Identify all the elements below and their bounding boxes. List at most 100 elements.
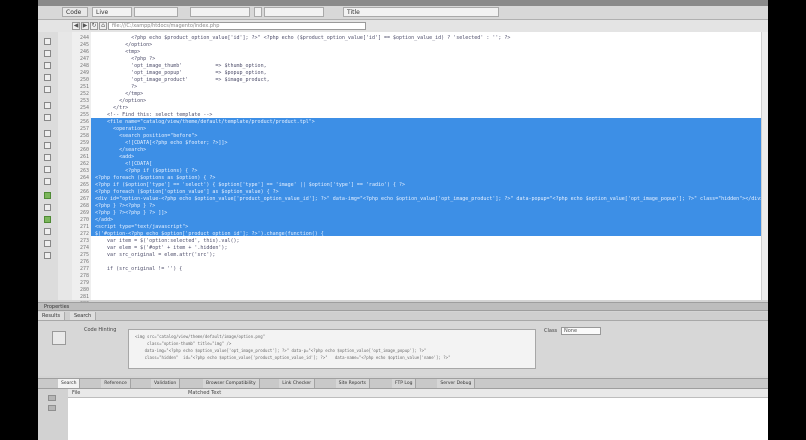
syntax-error-alerts-icon[interactable]	[44, 154, 51, 161]
line-number-column: 244 245 246 247 248 249 250 251 252 253 254 255 256 2…	[72, 32, 91, 307]
code-view-button[interactable]: Code	[62, 7, 88, 17]
tab-results[interactable]: Results	[38, 312, 66, 320]
code-line: </option>	[95, 98, 147, 104]
line-number: 267	[79, 196, 89, 202]
preview-line: class="option-thumb" title="img" />	[135, 341, 232, 346]
line-number: 274	[79, 245, 89, 251]
line-number: 271	[79, 224, 89, 230]
code-line: <?php foreach ($option['option_value'] a…	[95, 189, 279, 195]
code-line: </search>	[95, 147, 147, 153]
expand-all-icon[interactable]	[44, 86, 51, 93]
line-number: 254	[79, 105, 89, 111]
code-line: </add>	[95, 217, 114, 223]
outdent-code-icon[interactable]	[44, 240, 51, 247]
properties-tabs: Results Search	[38, 312, 768, 321]
results-tab[interactable]: FTP Log	[392, 379, 417, 388]
toolbar-field-b[interactable]	[190, 7, 250, 17]
show-code-navigator-icon[interactable]	[44, 50, 51, 57]
line-number: 270	[79, 217, 89, 223]
code-line: <?php if ($option['type'] == 'select') {…	[95, 182, 406, 188]
balance-braces-icon[interactable]	[44, 114, 51, 121]
play-icon[interactable]	[48, 395, 56, 401]
results-sidebar	[38, 389, 69, 440]
line-number: 256	[79, 119, 89, 125]
remove-comment-icon[interactable]	[44, 178, 51, 185]
results-header: File Matched Text	[68, 389, 768, 398]
open-documents-icon[interactable]	[44, 38, 51, 45]
results-tab[interactable]: Reference	[101, 379, 131, 388]
code-line: <file name="catalog/view/theme/default/t…	[95, 119, 315, 125]
indent-code-icon[interactable]	[44, 228, 51, 235]
code-line: </tmp>	[95, 91, 144, 97]
code-line: 'opt_image_thumb' => $thumb_option,	[95, 63, 267, 69]
wrap-tag-icon[interactable]	[44, 192, 51, 199]
properties-panel-header[interactable]: Properties	[38, 302, 768, 311]
code-line: <?php } ?><?php } ?>	[95, 203, 156, 209]
select-parent-tag-icon[interactable]	[44, 102, 51, 109]
collapse-full-tag-icon[interactable]	[44, 62, 51, 69]
line-number: 265	[79, 182, 89, 188]
code-line: <?php } ?><?php } ?> ]]>	[95, 210, 168, 216]
code-line: ?>	[95, 84, 138, 90]
toolbar-field-c[interactable]	[264, 7, 324, 17]
preview-line: data-img="<?php echo $option_value['opt_…	[135, 348, 427, 353]
collapse-selection-icon[interactable]	[44, 74, 51, 81]
results-tab[interactable]: Server Debug	[437, 379, 476, 388]
preview-line: class="hidden" id="<?php echo $option_va…	[135, 355, 451, 360]
toolbar-icon[interactable]	[254, 7, 262, 17]
code-line: <?php if ($options) { ?>	[95, 168, 198, 174]
line-number: 268	[79, 203, 89, 209]
line-number: 251	[79, 84, 89, 90]
live-view-button[interactable]: Live	[92, 7, 132, 17]
line-number: 252	[79, 91, 89, 97]
format-source-icon[interactable]	[44, 252, 51, 259]
stop-icon[interactable]	[48, 405, 56, 411]
line-number: 281	[79, 294, 89, 300]
code-preview-box: <img src="catalog/view/theme/default/ima…	[128, 329, 536, 369]
code-editor[interactable]: <?php echo $product_option_value['id']; …	[91, 32, 768, 300]
column-file[interactable]: File	[72, 389, 80, 397]
code-line: <div id="option-value-<?php echo $option…	[95, 196, 764, 202]
refresh-button[interactable]: ↻	[90, 22, 98, 30]
results-tab[interactable]: Link Checker	[279, 379, 316, 388]
code-properties-icon	[52, 331, 66, 345]
results-list	[68, 398, 768, 440]
apply-comment-icon[interactable]	[44, 166, 51, 173]
results-tab[interactable]: Browser Compatibility	[203, 379, 260, 388]
class-select[interactable]: None	[561, 327, 601, 335]
forward-button[interactable]: ▶	[81, 22, 89, 30]
title-field[interactable]: Title	[343, 7, 499, 17]
code-line: 'opt_image_product' => $image_product,	[95, 77, 270, 83]
move-css-icon[interactable]	[44, 216, 51, 223]
toolbar-field-a[interactable]	[134, 7, 178, 17]
line-number: 266	[79, 189, 89, 195]
editor-window: Code Live Title ◀ ▶ ↻ ⌂ file:///C:/xampp…	[38, 0, 768, 440]
code-line: var elem = $('#opt' + item + '.hidden');	[95, 245, 228, 251]
code-line: <![CDATA[<?php echo $footer; ?>]]>	[95, 140, 228, 146]
code-line: </tr>	[95, 105, 129, 111]
line-number: 253	[79, 98, 89, 104]
tab-search[interactable]: Search	[70, 312, 97, 320]
highlight-invalid-code-icon[interactable]	[44, 142, 51, 149]
back-button[interactable]: ◀	[72, 22, 80, 30]
code-line: <?php ?>	[95, 56, 156, 62]
results-tab[interactable]: Validation	[151, 379, 181, 388]
address-input[interactable]: file:///C:/xampp/htdocs/magento/index.ph…	[108, 22, 366, 30]
column-matched-text[interactable]: Matched Text	[188, 389, 221, 397]
home-button[interactable]: ⌂	[99, 22, 107, 30]
line-number: 246	[79, 49, 89, 55]
coding-toolbar	[38, 32, 59, 300]
line-number: 272	[79, 231, 89, 237]
line-numbers-icon[interactable]	[44, 130, 51, 137]
code-line: var src_original = elem.attr('src');	[95, 252, 216, 258]
code-line: $('#option-<?php echo $option['product_o…	[95, 231, 324, 237]
code-line: <add>	[95, 154, 135, 160]
code-line: <?php echo $product_option_value['id']; …	[95, 35, 511, 41]
results-tab[interactable]: Search	[58, 379, 81, 388]
line-number: 258	[79, 133, 89, 139]
document-toolbar: Code Live Title	[38, 6, 768, 20]
results-tab[interactable]: Site Reports	[335, 379, 370, 388]
vertical-scrollbar[interactable]	[761, 32, 768, 300]
line-number: 276	[79, 259, 89, 265]
recent-snippets-icon[interactable]	[44, 204, 51, 211]
